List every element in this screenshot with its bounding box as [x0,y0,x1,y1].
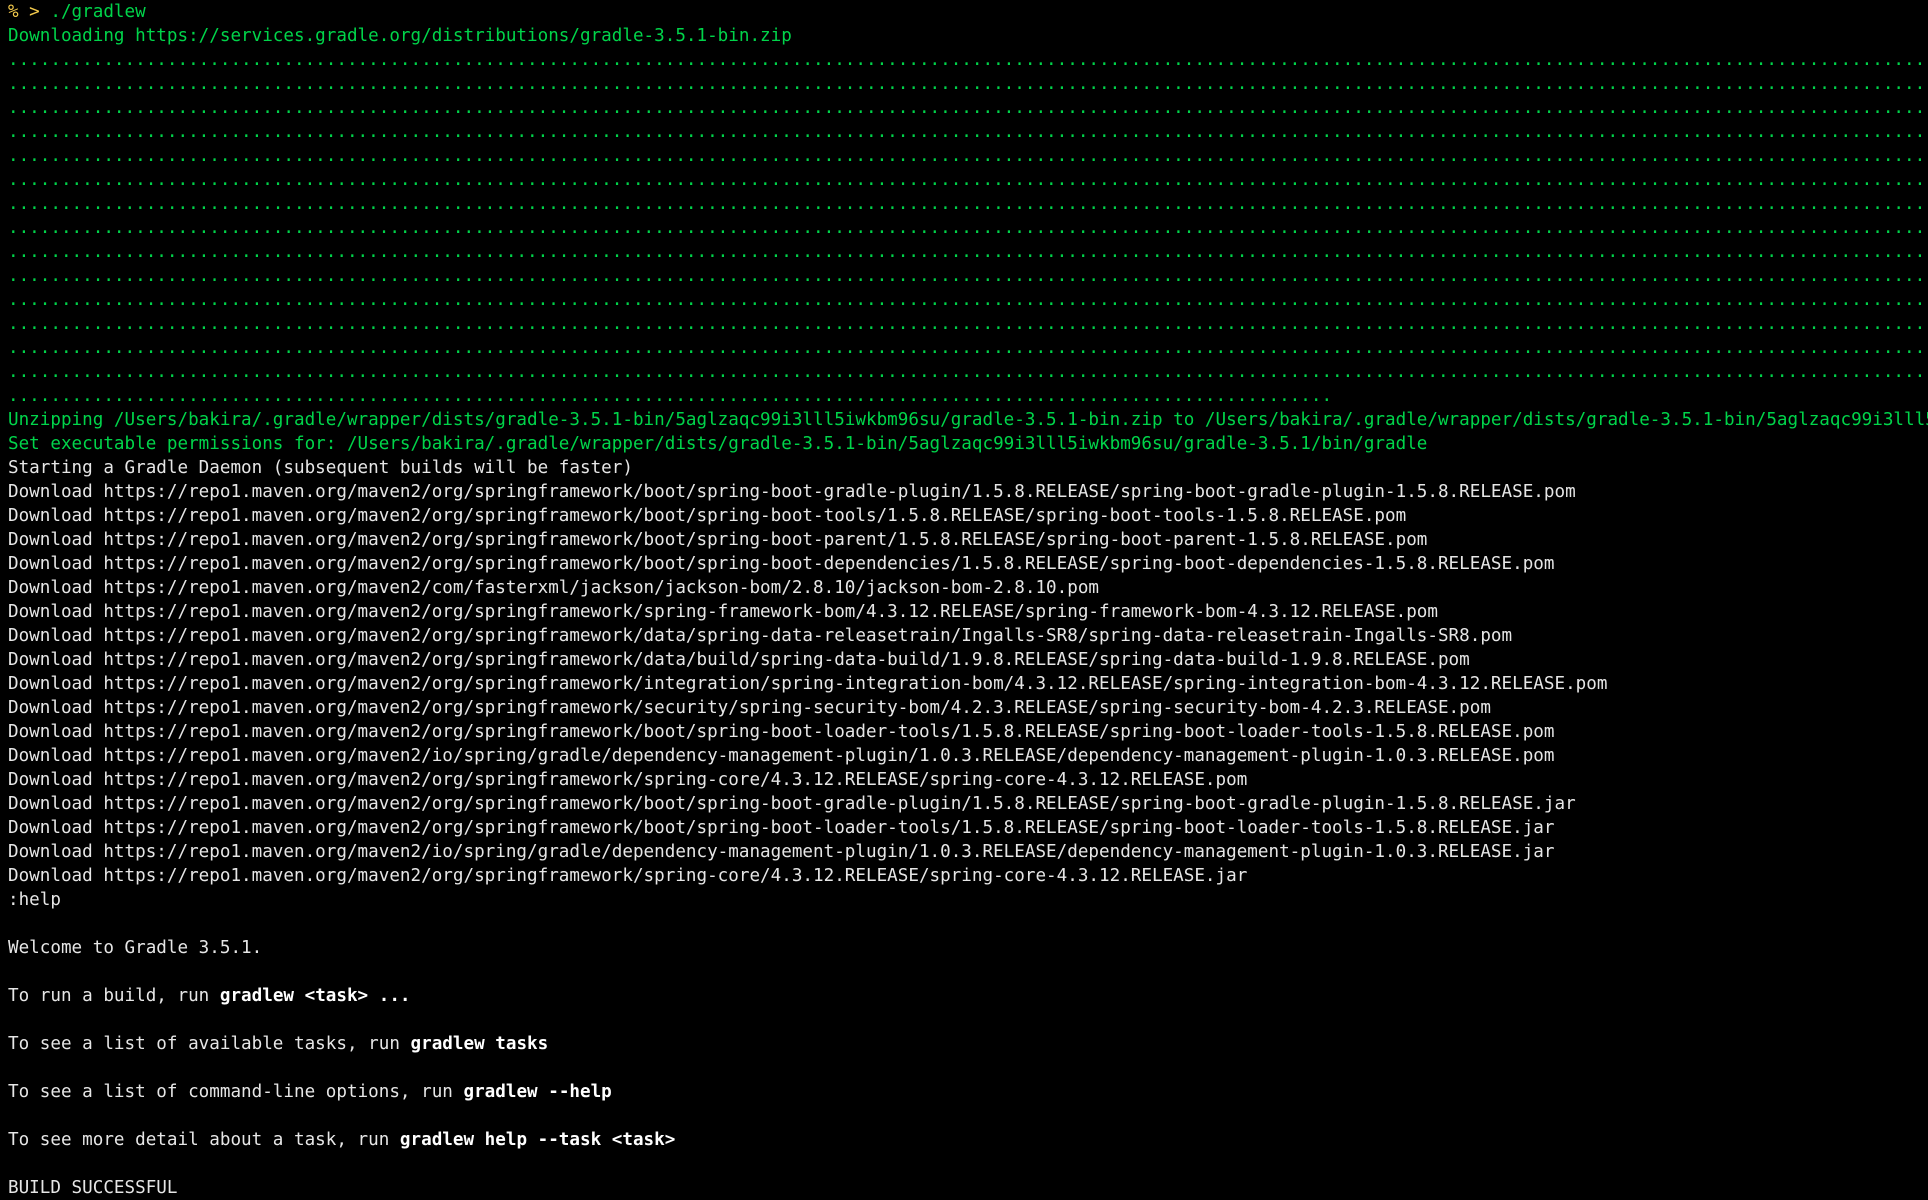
progress-dots-line: ........................................… [8,242,1928,262]
help-task-line: :help [8,890,61,910]
download-line: Download https://repo1.maven.org/maven2/… [8,722,1555,742]
progress-dots-line: ........................................… [8,146,1928,166]
daemon-line: Starting a Gradle Daemon (subsequent bui… [8,458,633,478]
help-hint-line: To run a build, run gradlew <task> ... [8,984,1928,1008]
download-line: Download https://repo1.maven.org/maven2/… [8,578,1100,598]
unzipping-line: Unzipping /Users/bakira/.gradle/wrapper/… [8,410,1928,430]
download-line: Download https://repo1.maven.org/maven2/… [8,698,1491,718]
download-line: Download https://repo1.maven.org/maven2/… [8,506,1407,526]
help-hint-command: gradlew <task> ... [219,986,411,1006]
progress-dots-line: ........................................… [8,266,1928,286]
progress-dots-line: ........................................… [8,314,1928,334]
help-hint-text: To run a build, run [8,986,220,1006]
help-hint-line: To see a list of command-line options, r… [8,1080,1928,1104]
progress-dots-line: ........................................… [8,218,1928,238]
progress-dots-line: ........................................… [8,98,1928,118]
download-line: Download https://repo1.maven.org/maven2/… [8,818,1555,838]
help-hint-command: gradlew tasks [410,1034,549,1054]
help-hint-text: To see more detail about a task, run [8,1130,400,1150]
download-line: Download https://repo1.maven.org/maven2/… [8,530,1428,550]
prompt-line: % > ./gradlew [8,0,1928,24]
terminal-window[interactable]: % > ./gradlew Downloading https://servic… [0,0,1928,1200]
download-line: Download https://repo1.maven.org/maven2/… [8,674,1608,694]
help-hint-text: To see a list of available tasks, run [8,1034,411,1054]
prompt-command: ./gradlew [50,2,146,22]
download-line: Download https://repo1.maven.org/maven2/… [8,794,1576,814]
progress-dots-line: ........................................… [8,122,1928,142]
progress-dots-line: ........................................… [8,194,1928,214]
download-line: Download https://repo1.maven.org/maven2/… [8,770,1248,790]
help-hint-line: To see more detail about a task, run gra… [8,1128,1928,1152]
help-hint-text: To see a list of command-line options, r… [8,1082,464,1102]
download-line: Download https://repo1.maven.org/maven2/… [8,482,1576,502]
help-hint-command: gradlew --help [463,1082,612,1102]
download-list: Download https://repo1.maven.org/maven2/… [8,480,1928,888]
progress-dots-line: ........................................… [8,170,1928,190]
download-line: Download https://repo1.maven.org/maven2/… [8,746,1555,766]
progress-dots-line: ........................................… [8,338,1928,358]
permissions-line: Set executable permissions for: /Users/b… [8,434,1428,454]
download-progress: ........................................… [8,48,1928,408]
help-hints: To run a build, run gradlew <task> ... To… [8,960,1928,1176]
downloading-line: Downloading https://services.gradle.org/… [8,26,792,46]
help-hint-line: To see a list of available tasks, run gr… [8,1032,1928,1056]
progress-dots-line: ........................................… [8,362,1928,382]
progress-dots-line: ........................................… [8,386,1333,406]
progress-dots-line: ........................................… [8,290,1928,310]
download-line: Download https://repo1.maven.org/maven2/… [8,554,1555,574]
prompt-symbol: % > [8,2,40,22]
download-line: Download https://repo1.maven.org/maven2/… [8,842,1555,862]
download-line: Download https://repo1.maven.org/maven2/… [8,602,1438,622]
progress-dots-line: ........................................… [8,74,1928,94]
welcome-line: Welcome to Gradle 3.5.1. [8,938,263,958]
build-result-line: BUILD SUCCESSFUL [8,1178,178,1198]
help-hint-command: gradlew help --task <task> [399,1130,676,1150]
progress-dots-line: ........................................… [8,50,1928,70]
download-line: Download https://repo1.maven.org/maven2/… [8,866,1248,886]
download-line: Download https://repo1.maven.org/maven2/… [8,650,1470,670]
download-line: Download https://repo1.maven.org/maven2/… [8,626,1513,646]
